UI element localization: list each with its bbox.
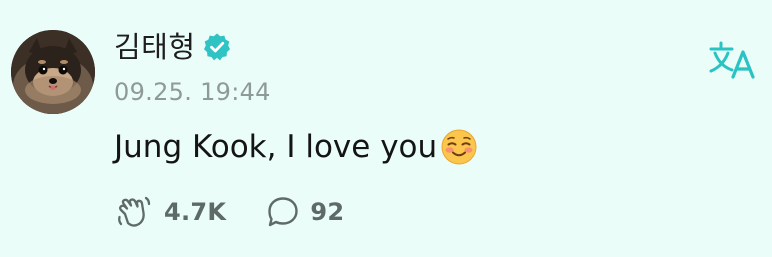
post-content: Jung Kook, I love you — [114, 127, 479, 167]
dog-avatar-image — [11, 30, 95, 114]
relieved-smiling-face-icon — [439, 127, 479, 167]
clap-hands-icon — [118, 196, 151, 227]
author-row: 김태형 — [114, 32, 232, 62]
avatar[interactable] — [11, 30, 95, 114]
comment-button[interactable]: 92 — [266, 195, 344, 229]
comment-count: 92 — [310, 198, 345, 226]
applause-count: 4.7K — [164, 198, 227, 226]
translate-icon[interactable] — [708, 40, 758, 80]
post-actions: 4.7K 92 — [116, 194, 344, 230]
applause-button[interactable]: 4.7K — [116, 194, 226, 230]
verified-badge-icon — [202, 32, 232, 62]
post-text: Jung Kook, I love you — [114, 129, 438, 165]
author-name[interactable]: 김태형 — [114, 32, 196, 62]
post-timestamp: 09.25. 19:44 — [114, 78, 271, 106]
post-card: 김태형 09.25. 19:44 Jung Kook, I love you 4… — [0, 0, 772, 257]
comment-bubble-icon — [268, 197, 299, 227]
